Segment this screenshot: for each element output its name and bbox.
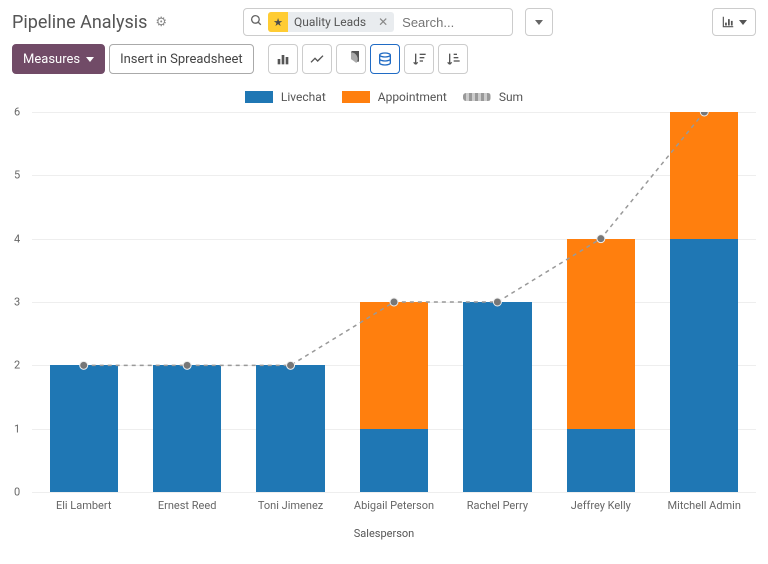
x-tick-label: Mitchell Admin: [653, 499, 756, 512]
insert-label: Insert in Spreadsheet: [120, 52, 243, 67]
bar-abigail-peterson[interactable]: Abigail Peterson: [342, 302, 445, 492]
bar-jeffrey-kelly[interactable]: Jeffrey Kelly: [549, 239, 652, 492]
bar-rachel-perry[interactable]: Rachel Perry: [446, 302, 549, 492]
chart: Livechat Appointment Sum 0123456 Eli Lam…: [0, 82, 768, 552]
sort-asc-icon[interactable]: [438, 44, 468, 74]
page-title: Pipeline Analysis: [12, 12, 147, 33]
star-icon: ★: [268, 12, 288, 32]
bar-toni-jimenez[interactable]: Toni Jimenez: [239, 365, 342, 492]
x-tick-label: Jeffrey Kelly: [549, 499, 652, 512]
bar-ernest-reed[interactable]: Ernest Reed: [135, 365, 238, 492]
measures-button[interactable]: Measures: [12, 44, 105, 74]
sort-desc-icon[interactable]: [404, 44, 434, 74]
x-tick-label: Rachel Perry: [446, 499, 549, 512]
search-box[interactable]: ★ Quality Leads ✕: [243, 8, 513, 36]
search-icon: [248, 14, 264, 31]
bar-chart-icon[interactable]: [268, 44, 298, 74]
measures-label: Measures: [23, 52, 80, 67]
bar-mitchell-admin[interactable]: Mitchell Admin: [653, 112, 756, 492]
x-tick-label: Ernest Reed: [135, 499, 238, 512]
view-chart-dropdown[interactable]: [712, 8, 756, 36]
chart-legend: Livechat Appointment Sum: [0, 82, 768, 110]
search-filter-label: Quality Leads: [288, 15, 372, 29]
x-axis-label: Salesperson: [0, 527, 768, 540]
stacked-icon[interactable]: [370, 44, 400, 74]
x-tick-label: Abigail Peterson: [342, 499, 445, 512]
bar-eli-lambert[interactable]: Eli Lambert: [32, 365, 135, 492]
x-tick-label: Toni Jimenez: [239, 499, 342, 512]
search-options-dropdown[interactable]: [525, 8, 553, 36]
search-input[interactable]: [398, 15, 508, 30]
line-chart-icon[interactable]: [302, 44, 332, 74]
remove-filter-icon[interactable]: ✕: [372, 15, 394, 29]
chart-bars: Eli LambertErnest ReedToni JimenezAbigai…: [32, 112, 756, 492]
pie-chart-icon[interactable]: [336, 44, 366, 74]
insert-spreadsheet-button[interactable]: Insert in Spreadsheet: [109, 44, 254, 74]
gear-icon[interactable]: ⚙: [155, 15, 167, 30]
x-tick-label: Eli Lambert: [32, 499, 135, 512]
search-filter-tag[interactable]: ★ Quality Leads ✕: [268, 12, 394, 32]
